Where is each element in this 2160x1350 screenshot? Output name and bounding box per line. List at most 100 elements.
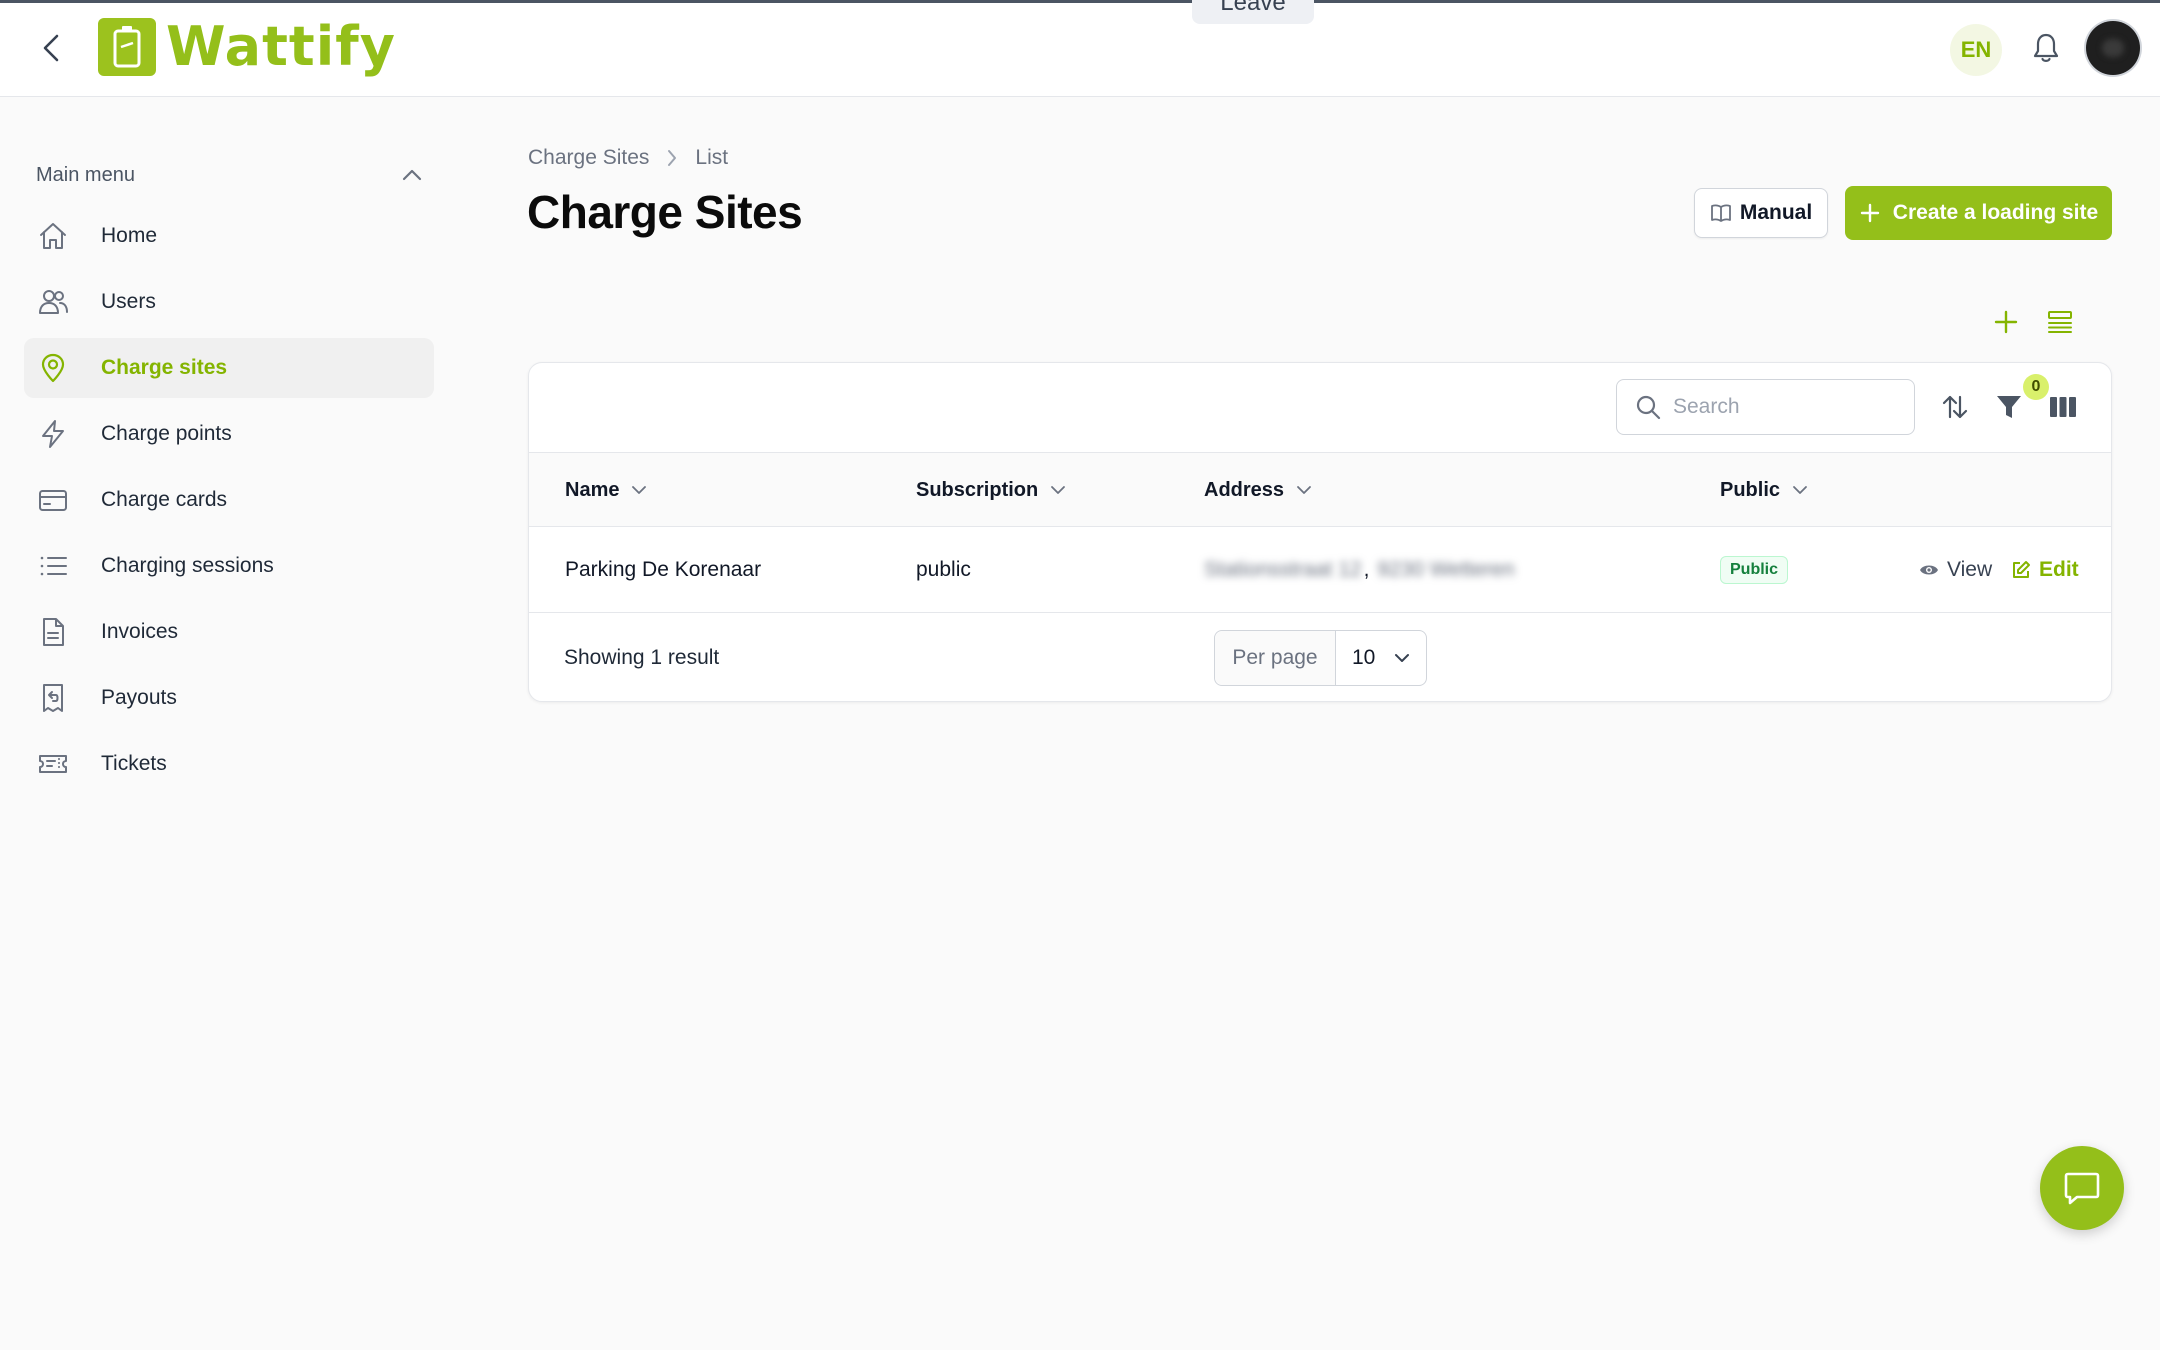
- sidebar-item-label: Invoices: [101, 620, 179, 643]
- cell-address: Stationsstraat 12, 9230 Wetteren: [1204, 558, 1515, 581]
- bolt-icon: [36, 417, 70, 451]
- view-action[interactable]: View: [1919, 527, 1992, 613]
- cell-subscription: public: [916, 558, 971, 581]
- sidebar-item-users[interactable]: Users: [24, 272, 434, 332]
- chevron-down-icon: [1395, 654, 1409, 662]
- column-header-label: Subscription: [916, 478, 1039, 501]
- impersonation-bar: [0, 0, 2160, 3]
- chevron-down-icon: [632, 486, 647, 494]
- manual-button[interactable]: Manual: [1694, 188, 1828, 238]
- charge-sites-table: 0 Name Subscription Address Public Parki…: [528, 362, 2112, 702]
- sidebar-item-label: Home: [101, 224, 158, 247]
- address-street: Stationsstraat 12: [1204, 558, 1362, 581]
- main-menu-toggle[interactable]: Main menu: [24, 150, 434, 200]
- table-footer: Showing 1 result Per page 10: [529, 613, 2111, 701]
- create-button-label: Create a loading site: [1892, 201, 2099, 224]
- bell-icon: [2033, 33, 2059, 62]
- sidebar-item-charge-points[interactable]: Charge points: [24, 404, 434, 464]
- table-header: Name Subscription Address Public: [529, 453, 2111, 527]
- search-field[interactable]: [1616, 379, 1915, 435]
- public-status-badge: Public: [1720, 556, 1789, 584]
- ticket-icon: [36, 747, 70, 781]
- eye-icon: [1920, 565, 1938, 575]
- book-open-icon: [1710, 204, 1731, 222]
- funnel-icon: [1997, 396, 2021, 418]
- language-switcher[interactable]: EN: [1950, 24, 2002, 76]
- queue-list-icon: [2048, 311, 2072, 333]
- column-header-label: Address: [1204, 478, 1285, 501]
- column-header-name[interactable]: Name: [565, 453, 647, 527]
- plus-icon: [1994, 310, 2018, 334]
- top-bar: Wattify EN: [0, 0, 2160, 97]
- column-header-address[interactable]: Address: [1204, 453, 1312, 527]
- notifications-button[interactable]: [2030, 30, 2062, 66]
- brand-name: Wattify: [166, 15, 396, 78]
- sidebar-item-label: Tickets: [101, 752, 167, 775]
- column-header-label: Name: [565, 478, 620, 501]
- per-page-value: 10: [1352, 646, 1376, 669]
- add-button[interactable]: [1992, 308, 2020, 336]
- cell-public: Public: [1720, 527, 1789, 613]
- sidebar-item-label: Users: [101, 290, 156, 313]
- breadcrumb: Charge Sites List: [528, 146, 728, 170]
- sidebar-item-label: Charge sites: [101, 356, 228, 379]
- column-header-subscription[interactable]: Subscription: [916, 453, 1066, 527]
- sidebar-item-label: Charging sessions: [101, 554, 274, 577]
- user-avatar[interactable]: [2086, 21, 2140, 75]
- list-icon: [36, 549, 70, 583]
- sidebar-item-charge-sites[interactable]: Charge sites: [24, 338, 434, 398]
- wattify-logo[interactable]: Wattify: [98, 15, 396, 78]
- filter-count-badge: 0: [2023, 374, 2049, 400]
- home-icon: [36, 219, 70, 253]
- table-toolbar: 0: [529, 363, 2111, 453]
- edit-action-label: Edit: [2039, 558, 2079, 581]
- receipt-refund-icon: [36, 681, 70, 715]
- sidebar-item-invoices[interactable]: Invoices: [24, 602, 434, 662]
- sidebar-item-charging-sessions[interactable]: Charging sessions: [24, 536, 434, 596]
- chat-button[interactable]: [2040, 1146, 2124, 1230]
- sidebar-item-payouts[interactable]: Payouts: [24, 668, 434, 728]
- search-icon: [1636, 395, 1661, 420]
- plus-icon: [1860, 203, 1879, 223]
- chevron-left-icon: [43, 34, 59, 62]
- per-page-selector[interactable]: Per page 10: [1214, 630, 1427, 686]
- address-city: 9230 Wetteren: [1377, 558, 1515, 581]
- column-header-label: Public: [1720, 478, 1781, 501]
- breadcrumb-current: List: [695, 146, 729, 169]
- back-button[interactable]: [36, 30, 66, 66]
- sidebar-item-tickets[interactable]: Tickets: [24, 734, 434, 794]
- edit-action[interactable]: Edit: [2011, 527, 2079, 613]
- columns-button[interactable]: [2047, 391, 2079, 423]
- credit-card-icon: [36, 483, 70, 517]
- manual-button-label: Manual: [1739, 201, 1813, 224]
- chevron-up-icon: [402, 169, 422, 181]
- sidebar-item-label: Charge points: [101, 422, 232, 445]
- cell-name: Parking De Korenaar: [565, 558, 762, 581]
- view-columns-icon: [2050, 397, 2076, 417]
- sidebar-item-label: Charge cards: [101, 488, 228, 511]
- column-header-public[interactable]: Public: [1720, 453, 1808, 527]
- list-view-button[interactable]: [2046, 308, 2074, 336]
- arrows-up-down-icon: [1942, 395, 1968, 419]
- sort-button[interactable]: [1939, 391, 1971, 423]
- breadcrumb-root-link[interactable]: Charge Sites: [528, 146, 649, 170]
- battery-logo-icon: [98, 17, 156, 76]
- chevron-down-icon: [1297, 486, 1311, 494]
- sidebar: Main menu Home Users Charge sites Charge…: [24, 150, 434, 794]
- users-icon: [36, 285, 70, 319]
- sidebar-item-label: Payouts: [101, 686, 177, 709]
- sidebar-item-home[interactable]: Home: [24, 206, 434, 266]
- chevron-right-icon: [667, 149, 677, 167]
- create-loading-site-button[interactable]: Create a loading site: [1845, 186, 2112, 240]
- chevron-down-icon: [1051, 486, 1066, 494]
- table-row[interactable]: Parking De Korenaar public Stationsstraa…: [529, 527, 2111, 613]
- search-input[interactable]: [1673, 395, 1893, 419]
- chat-bubble-icon: [2064, 1172, 2100, 1205]
- sidebar-item-charge-cards[interactable]: Charge cards: [24, 470, 434, 530]
- leave-impersonation-button[interactable]: Leave: [1192, 0, 1314, 24]
- per-page-select[interactable]: 10: [1336, 631, 1426, 685]
- pencil-square-icon: [2013, 561, 2030, 578]
- per-page-label: Per page: [1215, 631, 1336, 685]
- results-count: Showing 1 result: [564, 646, 720, 669]
- filter-button[interactable]: [1993, 391, 2025, 423]
